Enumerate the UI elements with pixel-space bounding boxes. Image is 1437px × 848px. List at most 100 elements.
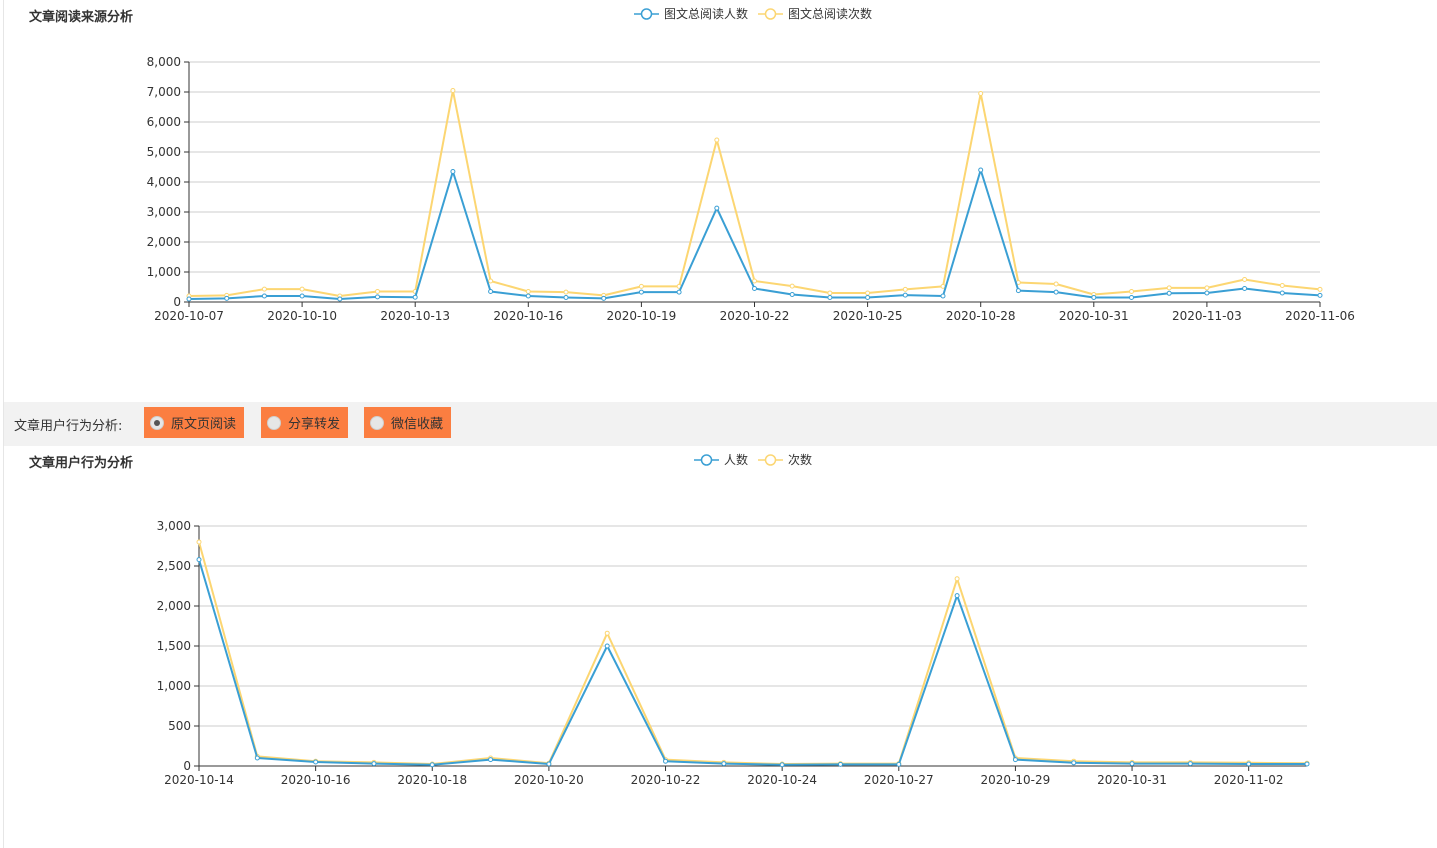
- data-point[interactable]: [752, 278, 757, 284]
- data-point[interactable]: [1242, 277, 1248, 282]
- data-point[interactable]: [896, 761, 902, 767]
- data-point[interactable]: [940, 283, 946, 289]
- data-point[interactable]: [1166, 285, 1172, 291]
- filter-button-label: 分享转发: [288, 417, 341, 432]
- filter-button-share[interactable]: 分享转发: [261, 407, 349, 438]
- data-point[interactable]: [1279, 290, 1285, 296]
- data-point[interactable]: [837, 761, 843, 767]
- data-point[interactable]: [450, 169, 456, 174]
- y-tick-label: 5,000: [147, 145, 181, 159]
- data-point[interactable]: [1279, 283, 1285, 288]
- data-point[interactable]: [954, 593, 960, 599]
- data-point[interactable]: [429, 762, 435, 768]
- data-point[interactable]: [902, 286, 908, 292]
- data-point[interactable]: [1204, 290, 1210, 296]
- data-point[interactable]: [299, 286, 305, 292]
- data-point[interactable]: [1091, 295, 1097, 300]
- y-tick-label: 2,000: [147, 235, 181, 249]
- x-tick-label: 2020-10-10: [267, 309, 337, 323]
- filter-button-original-read[interactable]: 原文页阅读: [144, 407, 245, 438]
- data-point[interactable]: [525, 289, 531, 294]
- data-point[interactable]: [1242, 286, 1248, 291]
- data-point[interactable]: [196, 557, 202, 563]
- data-point[interactable]: [563, 295, 569, 300]
- data-point[interactable]: [375, 289, 380, 294]
- data-point[interactable]: [1166, 290, 1172, 296]
- data-point[interactable]: [663, 758, 669, 764]
- data-point[interactable]: [1204, 285, 1210, 291]
- y-tick-label: 7,000: [147, 85, 181, 99]
- x-tick-label: 2020-11-06: [1285, 309, 1355, 323]
- data-point[interactable]: [412, 294, 418, 300]
- data-point[interactable]: [186, 296, 192, 302]
- data-point[interactable]: [299, 293, 305, 299]
- data-point[interactable]: [1129, 289, 1134, 294]
- data-point[interactable]: [196, 539, 202, 545]
- data-point[interactable]: [865, 290, 871, 296]
- data-point[interactable]: [1053, 281, 1059, 287]
- x-tick-label: 2020-10-22: [720, 309, 790, 323]
- y-tick-label: 0: [173, 295, 181, 309]
- data-point[interactable]: [546, 761, 552, 767]
- data-point[interactable]: [1015, 288, 1021, 294]
- data-point[interactable]: [488, 289, 494, 294]
- x-tick-label: 2020-10-24: [747, 773, 817, 787]
- x-tick-label: 2020-10-22: [631, 773, 701, 787]
- data-point[interactable]: [604, 630, 610, 636]
- filter-label: 文章用户行为分析:: [14, 419, 123, 434]
- y-tick-label: 8,000: [147, 55, 181, 69]
- data-point[interactable]: [1053, 289, 1059, 295]
- data-point[interactable]: [1317, 286, 1323, 292]
- x-tick-label: 2020-10-14: [164, 773, 234, 787]
- filter-button-favorite[interactable]: 微信收藏: [364, 407, 452, 438]
- data-point[interactable]: [978, 167, 984, 173]
- data-point[interactable]: [1071, 760, 1077, 766]
- data-point[interactable]: [525, 293, 531, 299]
- data-point[interactable]: [563, 289, 569, 295]
- data-point[interactable]: [261, 286, 267, 292]
- data-point[interactable]: [313, 759, 319, 765]
- data-point[interactable]: [224, 295, 230, 301]
- data-point[interactable]: [902, 292, 908, 298]
- data-point[interactable]: [1187, 761, 1193, 767]
- data-point[interactable]: [601, 295, 607, 301]
- data-point[interactable]: [638, 283, 644, 289]
- data-point[interactable]: [676, 289, 682, 295]
- y-tick-label: 1,000: [157, 679, 191, 693]
- data-point[interactable]: [1304, 761, 1310, 767]
- data-point[interactable]: [789, 292, 795, 297]
- data-point[interactable]: [261, 293, 267, 299]
- data-point[interactable]: [371, 761, 377, 767]
- data-point[interactable]: [375, 294, 380, 300]
- data-point[interactable]: [1246, 761, 1252, 767]
- data-point[interactable]: [827, 290, 833, 296]
- data-point[interactable]: [714, 205, 720, 211]
- data-point[interactable]: [488, 278, 494, 284]
- data-point[interactable]: [827, 295, 833, 300]
- data-point[interactable]: [1129, 761, 1135, 767]
- data-point[interactable]: [638, 289, 644, 295]
- data-point[interactable]: [978, 91, 984, 96]
- x-tick-label: 2020-10-28: [946, 309, 1016, 323]
- data-point[interactable]: [940, 293, 946, 299]
- data-point[interactable]: [254, 755, 260, 761]
- data-point[interactable]: [789, 283, 795, 289]
- y-tick-label: 1,500: [157, 639, 191, 653]
- data-point[interactable]: [954, 576, 960, 582]
- data-point[interactable]: [865, 295, 871, 300]
- data-point[interactable]: [779, 762, 785, 768]
- data-point[interactable]: [752, 286, 757, 291]
- behavior-filter-bar: 文章用户行为分析: 原文页阅读 分享转发 微信收藏: [4, 402, 1437, 446]
- data-point[interactable]: [450, 88, 456, 93]
- data-point[interactable]: [1129, 295, 1134, 300]
- data-point[interactable]: [1317, 292, 1323, 298]
- y-tick-label: 4,000: [147, 175, 181, 189]
- data-point[interactable]: [337, 296, 343, 302]
- radio-unselected-icon: [267, 415, 281, 430]
- data-point[interactable]: [604, 643, 610, 649]
- data-point[interactable]: [1012, 757, 1018, 763]
- data-point[interactable]: [488, 757, 494, 763]
- data-point[interactable]: [714, 137, 720, 143]
- y-tick-label: 1,000: [147, 265, 181, 279]
- data-point[interactable]: [721, 761, 727, 767]
